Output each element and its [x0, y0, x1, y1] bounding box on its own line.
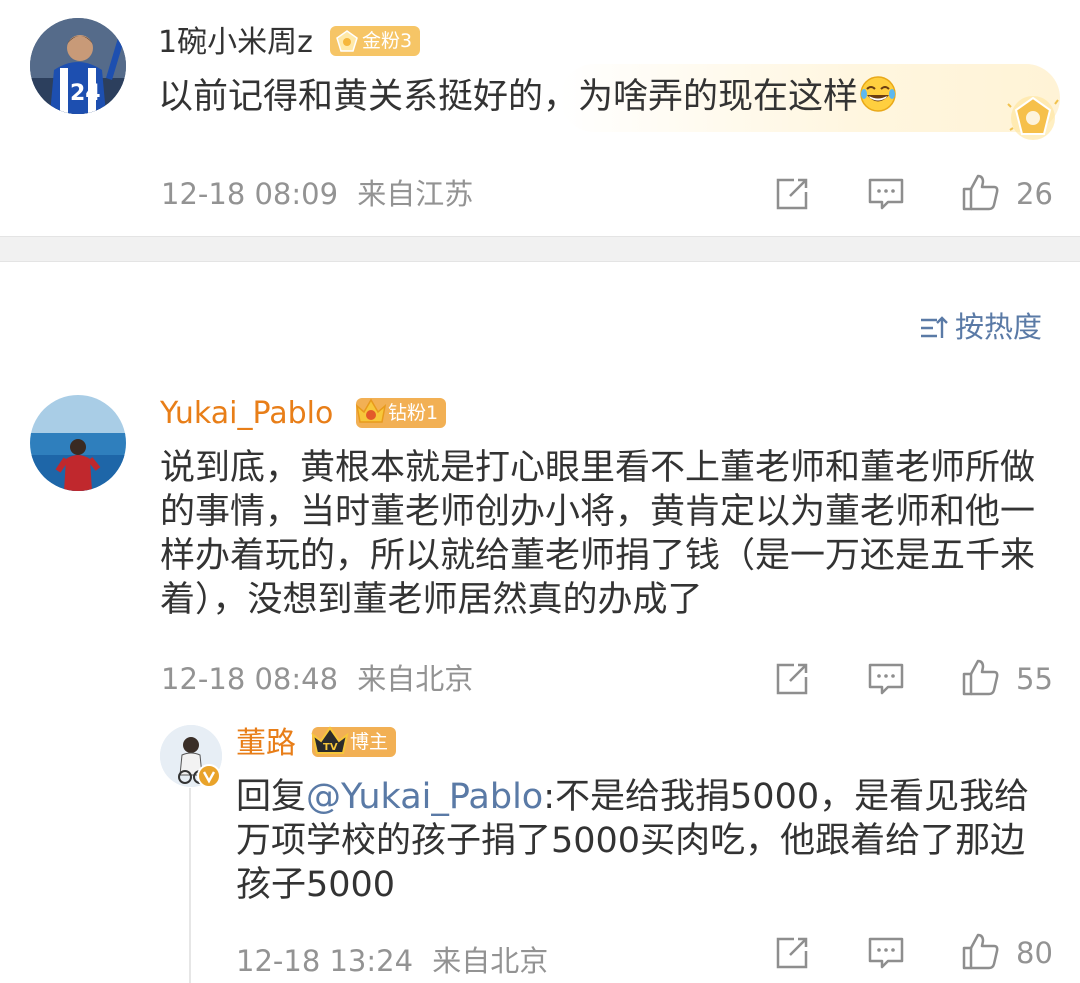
fan-badge-label: 钻粉1 — [388, 402, 439, 424]
username[interactable]: 董路 — [236, 726, 296, 762]
comment-time: 12-18 08:09 — [161, 177, 339, 211]
fan-badge[interactable]: 钻粉1 — [355, 398, 447, 428]
comment-icon[interactable] — [866, 933, 906, 973]
avatar[interactable]: 24 — [30, 18, 126, 114]
crown-tv-icon: TV — [311, 726, 349, 754]
verified-icon — [197, 764, 221, 788]
comment-icon[interactable] — [866, 174, 906, 214]
comment-item: 24 1碗小米周z 金粉3 以前记得和黄关系挺好的，为啥弄的现在这样 12-18… — [0, 0, 1080, 236]
like-icon[interactable] — [960, 657, 1000, 697]
reply-text: 回复@Yukai_Pablo:不是给我捐5000，是看见我给万项学校的孩子捐了5… — [236, 775, 1056, 907]
svg-text:TV: TV — [323, 742, 338, 753]
username[interactable]: Yukai_Pablo — [160, 396, 333, 432]
crown-icon — [355, 398, 387, 423]
comment-text: 说到底，黄根本就是打心眼里看不上董老师和董老师所做的事情，当时董老师创办小将，黄… — [160, 448, 1036, 620]
comment-location: 来自北京 — [357, 662, 474, 696]
comment-meta: 12-18 08:48 来自北京 — [161, 661, 473, 697]
svg-text:24: 24 — [70, 81, 101, 106]
comment-text-body: 以前记得和黄关系挺好的，为啥弄的现在这样 — [158, 77, 859, 117]
like-icon[interactable] — [960, 931, 1000, 971]
avatar[interactable] — [30, 395, 126, 491]
comment-location: 来自北京 — [432, 944, 549, 978]
comment-text: 以前记得和黄关系挺好的，为啥弄的现在这样 — [158, 74, 898, 119]
comment-location: 来自江苏 — [357, 177, 474, 211]
share-icon[interactable] — [772, 659, 812, 699]
like-icon[interactable] — [960, 172, 1000, 212]
fan-medal-icon — [1007, 96, 1059, 140]
comment-page: 24 1碗小米周z 金粉3 以前记得和黄关系挺好的，为啥弄的现在这样 12-18… — [0, 0, 1080, 983]
comment-time: 12-18 13:24 — [236, 944, 414, 978]
host-badge[interactable]: TV 博主 — [311, 726, 397, 757]
sort-label: 按热度 — [954, 310, 1042, 344]
thread-line — [189, 788, 191, 983]
reply-prefix: 回复 — [236, 777, 307, 817]
comment-icon[interactable] — [866, 659, 906, 699]
section-divider — [0, 236, 1080, 262]
username[interactable]: 1碗小米周z — [158, 25, 313, 61]
comment-meta: 12-18 08:09 来自江苏 — [161, 176, 473, 212]
share-icon[interactable] — [772, 174, 812, 214]
host-badge-label: 博主 — [350, 731, 389, 753]
sort-by-hot-button[interactable]: 按热度 — [920, 309, 1042, 345]
share-icon[interactable] — [772, 933, 812, 973]
comment-time: 12-18 08:48 — [161, 662, 339, 696]
sort-icon — [920, 316, 948, 338]
like-count: 26 — [1016, 177, 1053, 211]
mention-link[interactable]: @Yukai_Pablo — [306, 777, 543, 817]
fan-badge[interactable]: 金粉3 — [330, 26, 421, 56]
laughing-tears-emoji-icon — [860, 76, 896, 112]
gold-badge-icon — [336, 30, 358, 52]
like-count: 80 — [1016, 936, 1053, 970]
comment-meta: 12-18 13:24 来自北京 — [236, 943, 548, 979]
fan-badge-label: 金粉3 — [362, 30, 413, 52]
like-count: 55 — [1016, 662, 1053, 696]
